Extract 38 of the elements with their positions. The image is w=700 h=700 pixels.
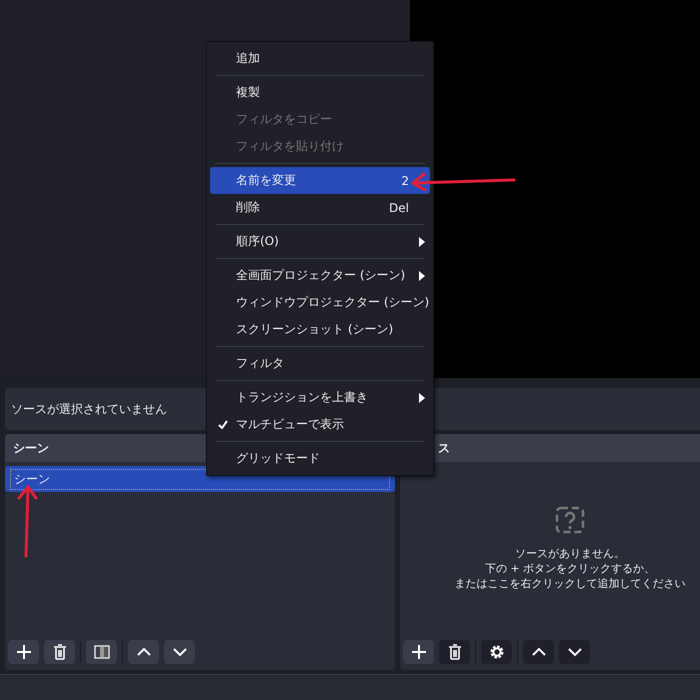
gradient-frame-icon bbox=[94, 645, 110, 659]
add-button[interactable] bbox=[8, 640, 39, 664]
chevron-up-icon bbox=[530, 647, 546, 657]
chevron-down-icon bbox=[172, 647, 188, 657]
move-up-button[interactable] bbox=[523, 640, 554, 664]
add-button[interactable] bbox=[403, 640, 434, 664]
shortcut-text: 2 bbox=[401, 174, 409, 188]
menu-item[interactable]: マルチビューで表示 bbox=[210, 411, 430, 438]
gear-icon bbox=[488, 644, 504, 660]
menu-item[interactable]: スクリーンショット (シーン) bbox=[210, 316, 430, 343]
question-icon bbox=[555, 506, 585, 534]
menu-item[interactable]: 複製 bbox=[210, 79, 430, 106]
menu-item[interactable]: フィルタ bbox=[210, 350, 430, 377]
menu-item[interactable]: 削除 Del bbox=[210, 194, 430, 221]
filter-button[interactable] bbox=[86, 640, 117, 664]
info-text: ソースが選択されていません bbox=[11, 400, 167, 418]
empty-message: ソースがありません。 下の + ボタンをクリックするか、 またはここを右クリックして追加してください bbox=[454, 546, 686, 591]
menu-item[interactable]: 追加 bbox=[210, 45, 430, 72]
chevron-up-icon bbox=[136, 647, 152, 657]
trash-icon bbox=[52, 644, 66, 660]
trash-icon bbox=[448, 644, 462, 660]
delete-button[interactable] bbox=[44, 640, 75, 664]
panel-title: シーン bbox=[13, 440, 49, 456]
delete-button[interactable] bbox=[439, 640, 470, 664]
chevron-down-icon bbox=[566, 647, 582, 657]
plus-icon bbox=[410, 644, 426, 660]
panel-title: ス bbox=[438, 440, 450, 456]
move-down-button[interactable] bbox=[164, 640, 195, 664]
menu-item[interactable]: 順序(O) bbox=[210, 228, 430, 255]
plus-icon bbox=[16, 644, 32, 660]
menu-item[interactable]: 名前を変更 2 bbox=[210, 167, 430, 194]
settings-button[interactable] bbox=[481, 640, 512, 664]
menu-item[interactable]: トランジションを上書き bbox=[210, 384, 430, 411]
move-up-button[interactable] bbox=[128, 640, 159, 664]
menu-item[interactable]: 全画面プロジェクター (シーン) bbox=[210, 262, 430, 289]
menu-item[interactable]: ウィンドウプロジェクター (シーン) bbox=[210, 289, 430, 316]
move-down-button[interactable] bbox=[559, 640, 590, 664]
shortcut-text: Del bbox=[389, 200, 409, 214]
